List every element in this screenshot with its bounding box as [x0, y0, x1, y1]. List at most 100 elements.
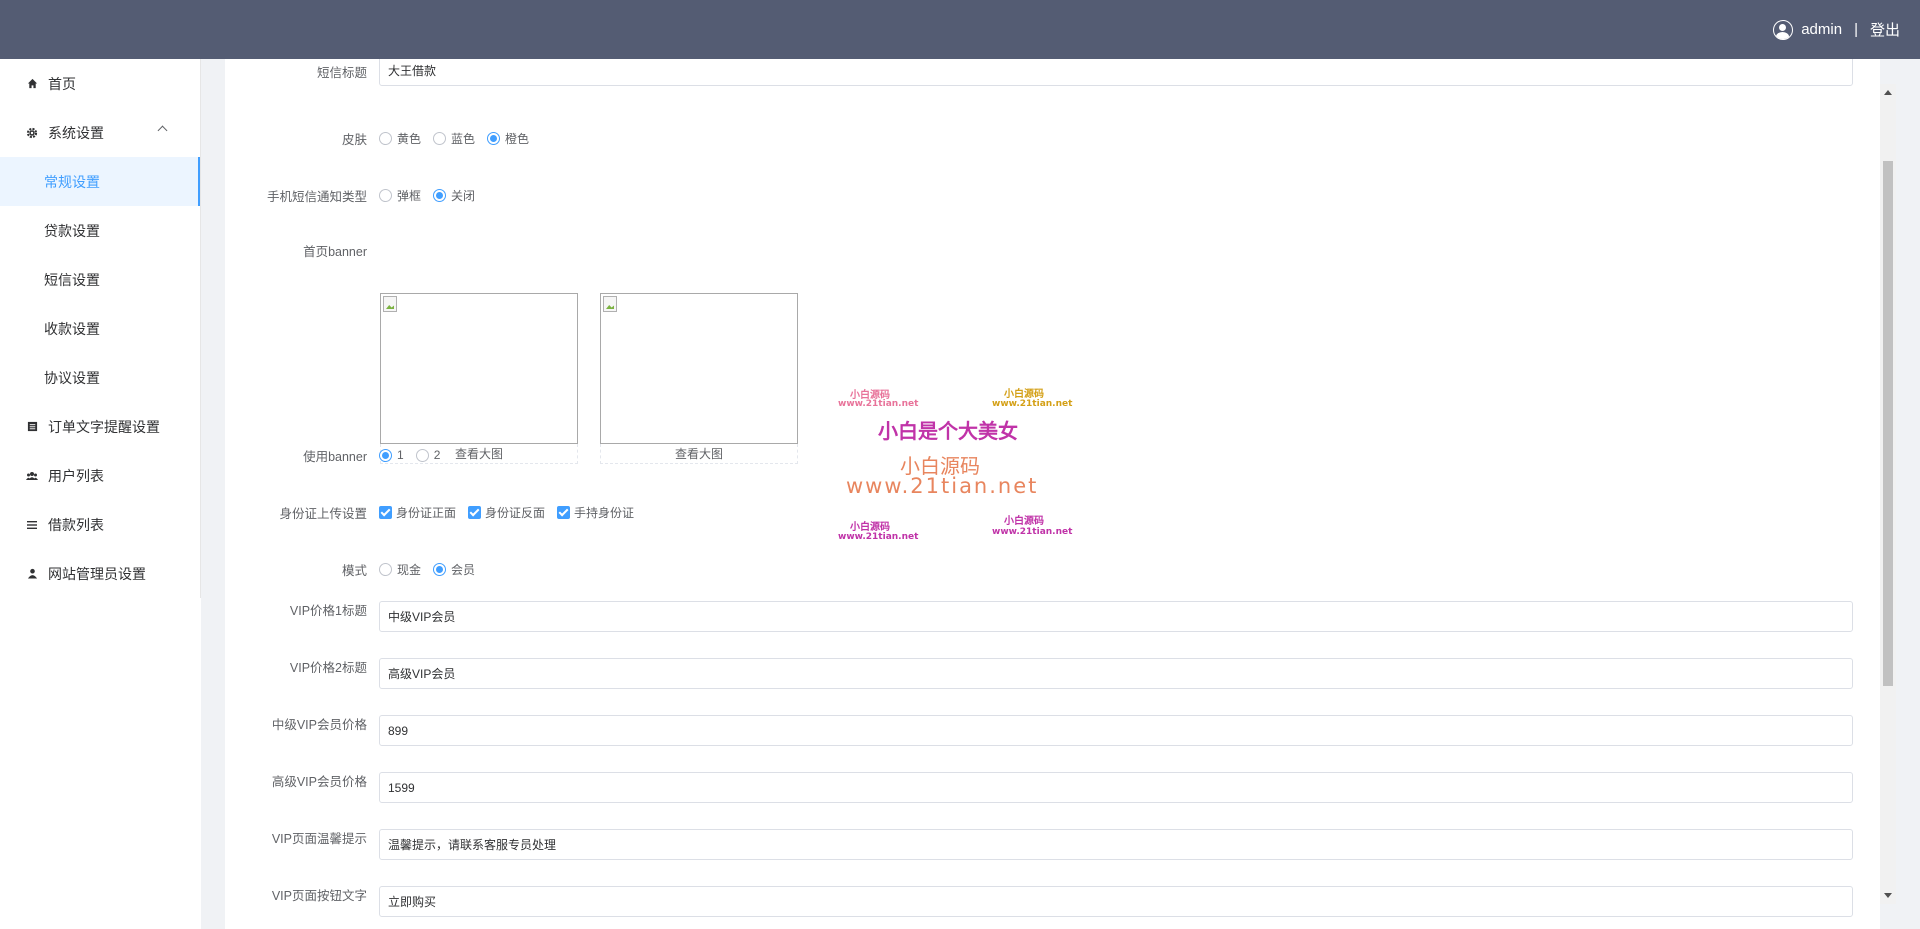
users-icon	[26, 470, 38, 482]
mode-option-cash[interactable]: 现金	[379, 561, 421, 578]
user-area: admin | 登出	[1773, 0, 1900, 59]
logout-link[interactable]: 登出	[1870, 19, 1900, 40]
form-row-vip1-title: VIP价格1标题	[225, 601, 1880, 632]
field-label: 短信标题	[316, 65, 367, 80]
radio-icon	[379, 188, 392, 202]
sidebar-item-label: 借款列表	[48, 516, 104, 533]
field-label: VIP页面温馨提示	[271, 832, 367, 846]
use-banner-option-1[interactable]: 1	[379, 448, 404, 462]
vip1-title-input[interactable]	[379, 601, 1853, 632]
vertical-scrollbar[interactable]	[1880, 84, 1896, 904]
form-row-vip-tip: VIP页面温馨提示	[225, 829, 1880, 860]
sidebar-item-label: 用户列表	[48, 467, 104, 484]
field-label: 使用banner	[303, 449, 367, 464]
option-label: 2	[433, 448, 441, 462]
scrollbar-thumb[interactable]	[1883, 161, 1893, 686]
checkbox-checked-icon	[379, 505, 392, 519]
sidebar: 首页 系统设置 常规设置 贷款设置 短信设置 收款设置 协议设置 订单文字提醒设…	[0, 59, 201, 598]
top-bar: admin | 登出	[0, 0, 1920, 59]
option-label: 身份证反面	[485, 505, 546, 520]
broken-image-icon	[383, 296, 397, 312]
broken-image-icon	[603, 296, 617, 312]
vip2-title-input[interactable]	[379, 658, 1853, 689]
banner-card-2: 查看大图	[600, 293, 798, 464]
option-label: 会员	[451, 562, 476, 577]
banner-image-1[interactable]	[380, 293, 578, 444]
option-label: 弹框	[397, 188, 422, 203]
username[interactable]: admin	[1801, 21, 1842, 38]
radio-icon	[379, 131, 392, 145]
settings-form-panel: 短信标题 皮肤 黄色 蓝色 橙色 手机短信通知类型 弹框 关闭 首页banner…	[225, 59, 1880, 929]
sidebar-subitem-sms-settings[interactable]: 短信设置	[0, 255, 200, 304]
option-label: 身份证正面	[396, 505, 457, 520]
option-label: 关闭	[451, 188, 476, 203]
sms-notice-option-off[interactable]: 关闭	[433, 187, 475, 204]
form-row-use-banner: 使用banner 1 2	[225, 445, 1880, 465]
option-label: 手持身份证	[574, 505, 635, 520]
sidebar-item-label: 网站管理员设置	[48, 565, 146, 582]
avatar-icon[interactable]	[1773, 19, 1794, 40]
option-label: 橙色	[505, 131, 530, 146]
field-label: VIP价格2标题	[289, 661, 367, 675]
sidebar-item-loan-list[interactable]: 借款列表	[0, 500, 200, 549]
sidebar-subitem-payment-settings[interactable]: 收款设置	[0, 304, 200, 353]
sidebar-subitem-agreement-settings[interactable]: 协议设置	[0, 353, 200, 402]
banner-card-1: 查看大图	[380, 293, 578, 464]
sidebar-subitem-loan-settings[interactable]: 贷款设置	[0, 206, 200, 255]
id-front-checkbox[interactable]: 身份证正面	[379, 504, 456, 521]
form-row-vip2-title: VIP价格2标题	[225, 658, 1880, 689]
user-icon	[26, 568, 38, 580]
gear-icon	[26, 127, 38, 139]
menu-lines-icon	[26, 519, 38, 531]
use-banner-option-2[interactable]: 2	[415, 448, 441, 462]
field-label: 中级VIP会员价格	[271, 718, 367, 732]
radio-checked-icon	[487, 131, 501, 145]
field-label: 身份证上传设置	[279, 506, 367, 521]
sms-notice-option-popup[interactable]: 弹框	[379, 187, 421, 204]
sidebar-item-user-list[interactable]: 用户列表	[0, 451, 200, 500]
sidebar-subitem-general-settings[interactable]: 常规设置	[0, 157, 200, 206]
form-row-vip-button-text: VIP页面按钮文字	[225, 886, 1880, 917]
scroll-down-arrow-icon[interactable]	[1884, 893, 1892, 898]
form-row-skin: 皮肤 黄色 蓝色 橙色	[225, 128, 1880, 148]
banner-image-2[interactable]	[600, 293, 798, 444]
sms-title-input[interactable]	[379, 59, 1853, 86]
sidebar-item-system-settings[interactable]: 系统设置	[0, 108, 200, 157]
radio-checked-icon	[433, 562, 447, 576]
sidebar-background	[0, 598, 201, 929]
checkbox-checked-icon	[557, 505, 571, 519]
skin-option-blue[interactable]: 蓝色	[433, 130, 475, 147]
id-handheld-checkbox[interactable]: 手持身份证	[557, 504, 634, 521]
mode-option-member[interactable]: 会员	[433, 561, 475, 578]
form-row-home-banner: 首页banner	[225, 240, 1880, 260]
vip-button-text-input[interactable]	[379, 886, 1853, 917]
form-row-sms-notice-type: 手机短信通知类型 弹框 关闭	[225, 185, 1880, 205]
skin-option-yellow[interactable]: 黄色	[379, 130, 421, 147]
sidebar-item-label: 订单文字提醒设置	[48, 418, 160, 435]
sidebar-item-order-text-reminder[interactable]: 订单文字提醒设置	[0, 402, 200, 451]
field-label: 手机短信通知类型	[266, 189, 367, 204]
sidebar-item-home[interactable]: 首页	[0, 59, 200, 108]
skin-option-orange[interactable]: 橙色	[487, 130, 529, 147]
vip-tip-input[interactable]	[379, 829, 1853, 860]
radio-checked-icon	[433, 188, 447, 202]
option-label: 黄色	[397, 131, 422, 146]
id-back-checkbox[interactable]: 身份证反面	[468, 504, 545, 521]
form-row-mid-vip-price: 中级VIP会员价格	[225, 715, 1880, 746]
sidebar-item-label: 首页	[48, 75, 76, 92]
high-vip-price-input[interactable]	[379, 772, 1853, 803]
radio-checked-icon	[379, 448, 392, 462]
form-row-sms-title: 短信标题	[225, 59, 1880, 91]
field-label: 高级VIP会员价格	[271, 775, 367, 789]
radio-icon	[379, 562, 392, 576]
scroll-up-arrow-icon[interactable]	[1884, 90, 1892, 95]
field-label: VIP价格1标题	[289, 604, 367, 618]
form-row-high-vip-price: 高级VIP会员价格	[225, 772, 1880, 803]
radio-icon	[415, 448, 429, 462]
field-label: VIP页面按钮文字	[271, 889, 367, 903]
header-separator: |	[1854, 21, 1858, 38]
option-label: 蓝色	[451, 131, 476, 146]
mid-vip-price-input[interactable]	[379, 715, 1853, 746]
sidebar-item-site-admin-settings[interactable]: 网站管理员设置	[0, 549, 200, 598]
sidebar-item-label: 系统设置	[48, 124, 104, 141]
